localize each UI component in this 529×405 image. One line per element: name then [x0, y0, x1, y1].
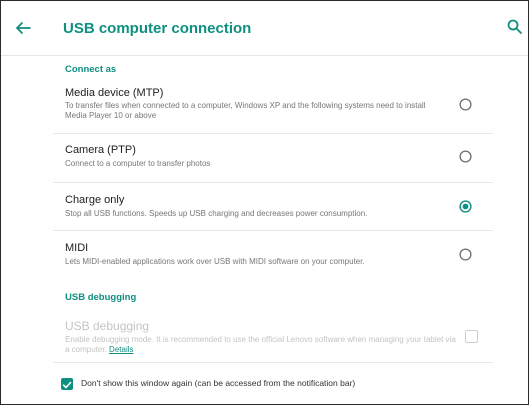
divider [53, 182, 493, 183]
checkmark-icon [62, 381, 72, 389]
radio-midi[interactable] [459, 248, 472, 261]
option-title-mtp: Media device (MTP) [65, 87, 164, 99]
divider [53, 230, 493, 231]
dont-show-again-label[interactable]: Don't show this window again (can be acc… [81, 378, 355, 388]
details-link[interactable]: Details [109, 345, 133, 354]
usb-debugging-desc: Enable debugging mode. It is recommended… [65, 335, 460, 355]
dialog-window: USB computer connection Connect as Media… [0, 0, 529, 405]
radio-ptp[interactable] [459, 150, 472, 163]
dont-show-again-checkbox[interactable] [61, 378, 73, 390]
option-title-charge-only: Charge only [65, 194, 125, 206]
section-header-usb-debugging: USB debugging [65, 292, 137, 303]
option-title-ptp: Camera (PTP) [65, 144, 136, 156]
app-bar: USB computer connection [1, 1, 528, 56]
radio-mtp[interactable] [459, 98, 472, 111]
option-title-midi: MIDI [65, 242, 89, 254]
option-desc-midi: Lets MIDI-enabled applications work over… [65, 257, 365, 266]
page-title: USB computer connection [63, 20, 252, 37]
divider [53, 133, 493, 134]
usb-debugging-checkbox [465, 330, 478, 343]
radio-charge-only[interactable] [459, 200, 472, 213]
section-header-connect-as: Connect as [65, 64, 117, 75]
arrow-left-icon[interactable] [11, 16, 35, 40]
usb-debugging-title: USB debugging [65, 319, 150, 333]
option-desc-ptp: Connect to a computer to transfer photos [65, 159, 211, 168]
option-desc-mtp: To transfer files when connected to a co… [65, 101, 426, 120]
search-icon[interactable] [506, 18, 524, 36]
option-desc-charge-only: Stop all USB functions. Speeds up USB ch… [65, 209, 368, 218]
divider [53, 362, 493, 363]
